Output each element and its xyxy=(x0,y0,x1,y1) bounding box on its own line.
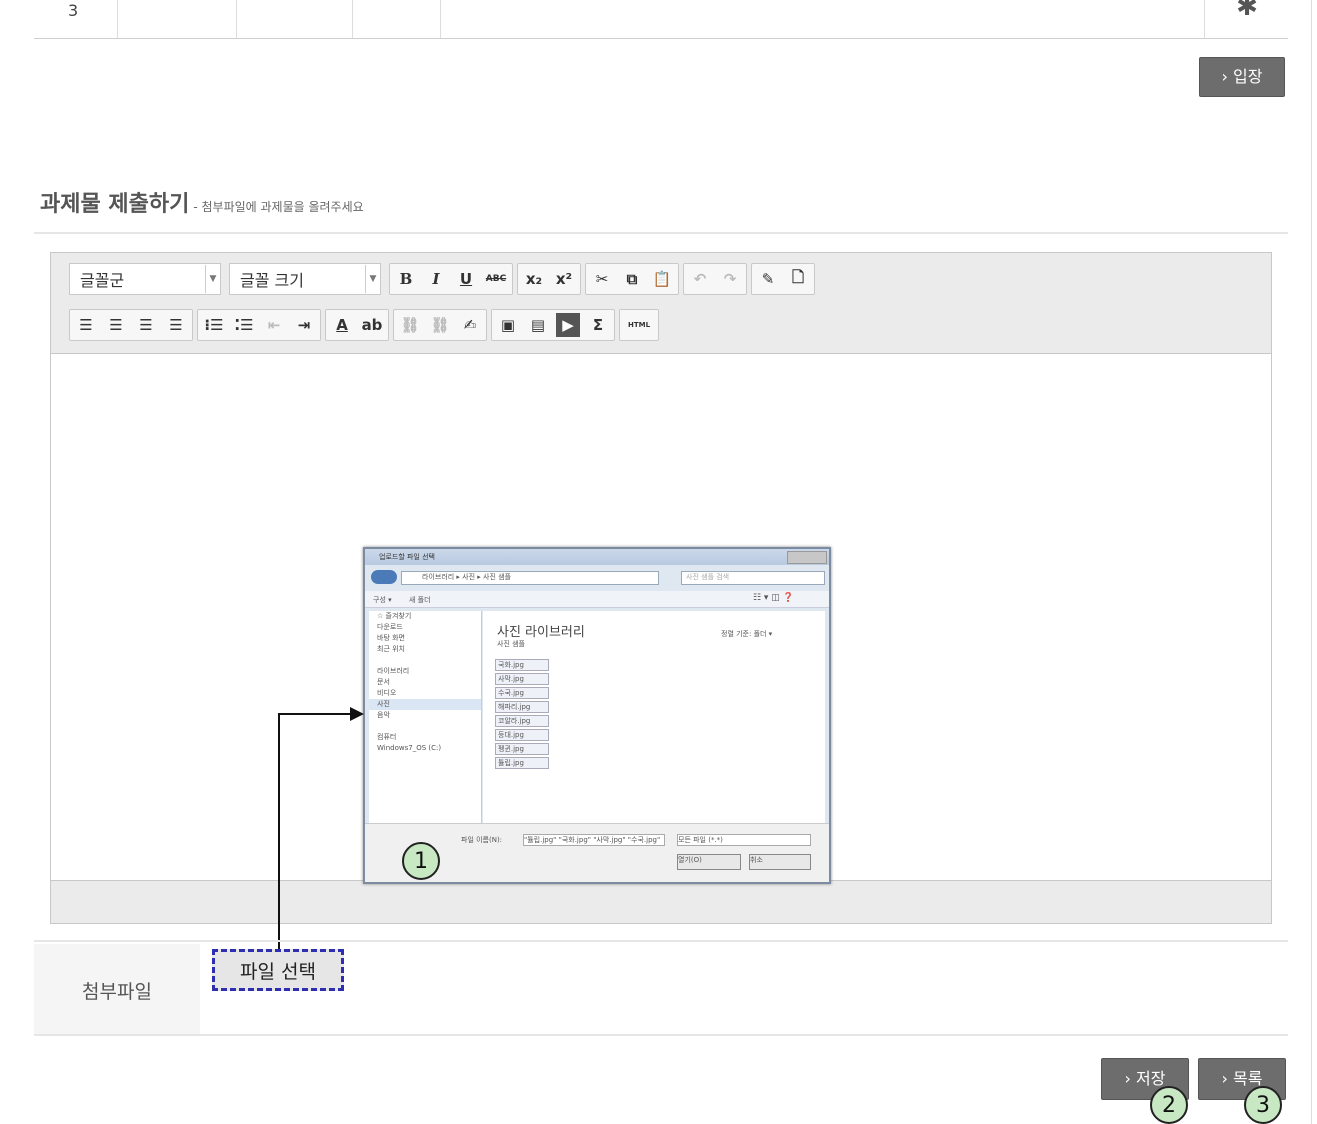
step-marker-2: 2 xyxy=(1150,1086,1188,1124)
step-marker-1: 1 xyxy=(402,842,440,880)
file-select-button[interactable]: 파일 선택 xyxy=(212,949,344,991)
step-marker-3: 3 xyxy=(1244,1086,1282,1124)
attachment-label: 첨부파일 xyxy=(34,944,200,1036)
divider xyxy=(34,1034,1288,1036)
divider xyxy=(34,940,1288,942)
